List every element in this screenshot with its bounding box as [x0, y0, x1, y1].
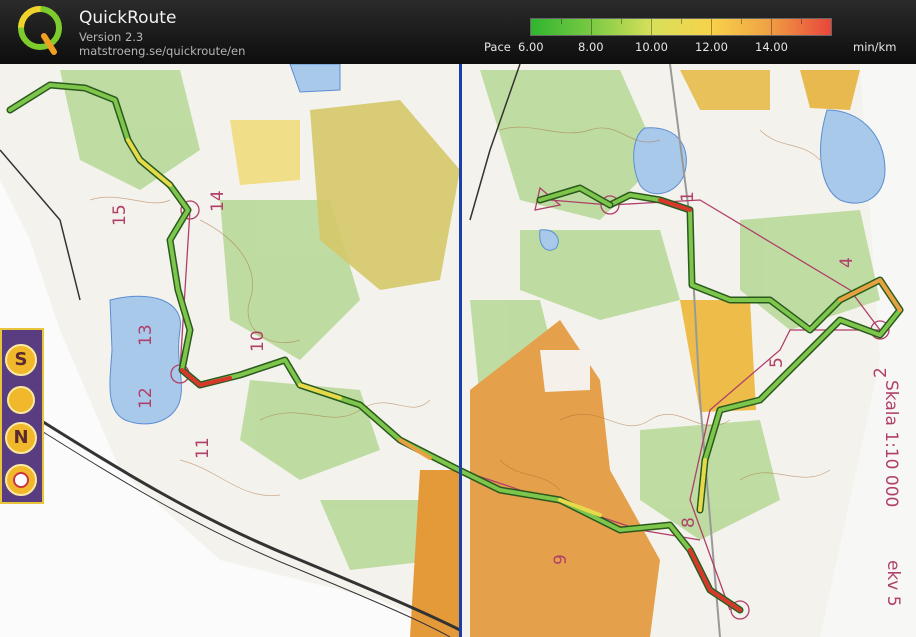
- app-version: Version 2.3: [79, 30, 144, 44]
- pace-unit: min/km: [853, 40, 897, 54]
- pace-label: Pace: [484, 40, 511, 54]
- control-number: 9: [551, 554, 571, 565]
- app-url[interactable]: matstroeng.se/quickroute/en: [79, 44, 245, 58]
- control-number: 15: [110, 204, 130, 226]
- control-number: 12: [136, 387, 156, 409]
- legend-symbol-small: [7, 386, 35, 414]
- control-number: 2: [871, 367, 891, 378]
- map-scale-text: Skala 1:10 000: [881, 380, 901, 507]
- app-name: QuickRoute: [79, 8, 177, 28]
- pace-tick-label: 12.00: [695, 40, 728, 54]
- map-legend-symbols: S N: [0, 328, 44, 504]
- control-number: 1: [678, 191, 698, 202]
- control-number: 14: [208, 190, 228, 212]
- map-page-divider: [459, 64, 462, 637]
- control-number: 8: [679, 517, 699, 528]
- control-number: 11: [193, 437, 213, 459]
- pace-tick-label: 14.00: [755, 40, 788, 54]
- pace-tick-label: 8.00: [578, 40, 604, 54]
- control-number: 5: [767, 357, 787, 368]
- legend-symbol: S: [5, 344, 37, 376]
- control-number: 10: [248, 330, 268, 352]
- app-header: QuickRoute Version 2.3 matstroeng.se/qui…: [0, 0, 916, 64]
- map-equidistance-text: ekv 5: [883, 560, 903, 607]
- pace-color-scale: [530, 18, 832, 36]
- legend-ring-symbol: [5, 464, 37, 496]
- pace-tick-label: 10.00: [635, 40, 668, 54]
- legend-symbol: N: [5, 422, 37, 454]
- orienteering-map-view[interactable]: 15 14 13 12 10 11 1 4 5 2 8 9 7 Skala 1:…: [0, 64, 916, 637]
- quickroute-logo-icon: [18, 6, 62, 55]
- map-canvas[interactable]: 15 14 13 12 10 11 1 4 5 2 8 9 7 Skala 1:…: [0, 64, 916, 637]
- control-number: 4: [837, 257, 857, 268]
- control-number: 13: [136, 324, 156, 346]
- pace-tick-label: 6.00: [518, 40, 544, 54]
